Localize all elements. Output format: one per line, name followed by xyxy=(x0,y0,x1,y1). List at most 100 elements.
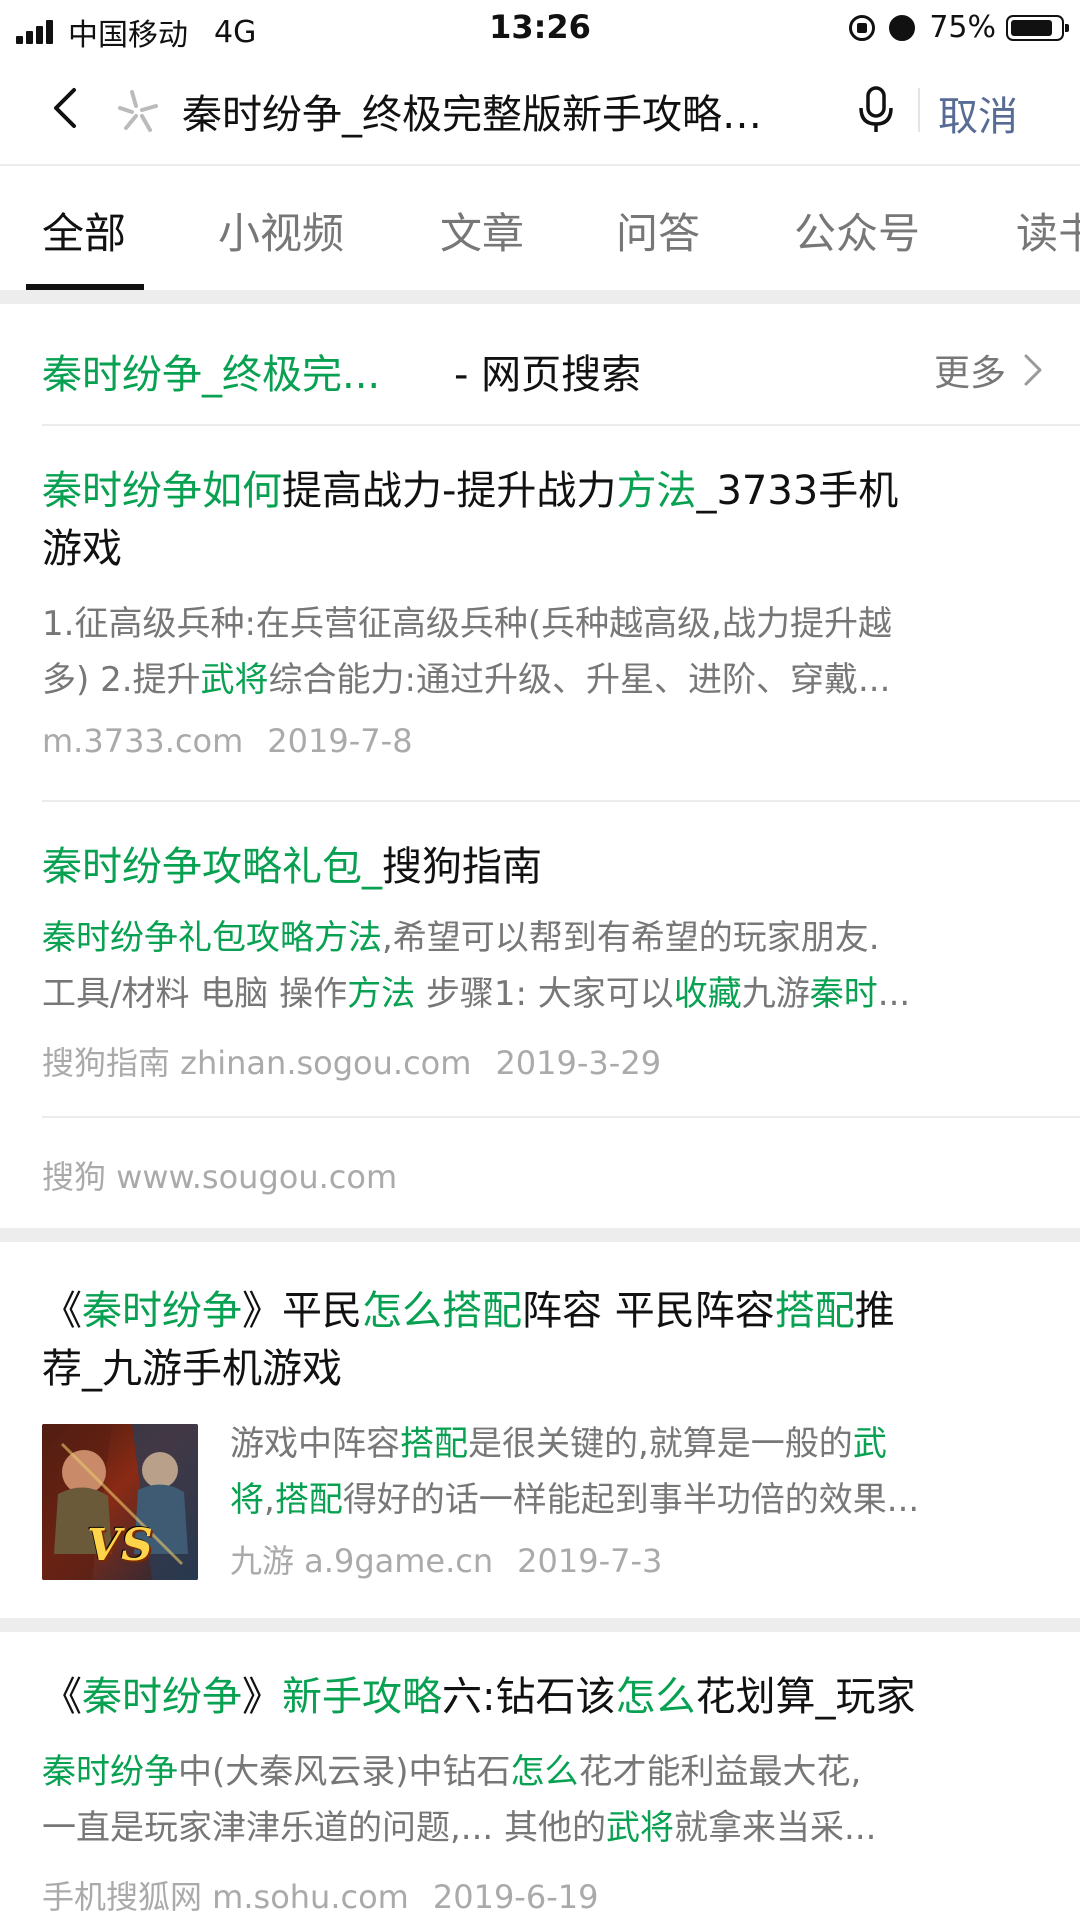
snippet-seg: 1.征高级兵种:在兵营征高级兵种(兵种越高级,战力提升越 xyxy=(42,604,892,644)
result-title[interactable]: 秦时纷争如何提高战力-提升战力方法_3733手机游戏 xyxy=(42,462,1042,578)
divider xyxy=(918,88,920,132)
category-tabs: 全部 小视频 文章 问答 公众号 读书 xyxy=(0,166,1080,290)
search-logo-icon xyxy=(118,90,158,132)
back-icon[interactable] xyxy=(44,86,88,130)
snippet-seg: ,希望可以帮到有希望的玩家朋友. xyxy=(382,918,880,958)
snippet-seg: 收藏 xyxy=(673,974,742,1014)
snippet-seg: 方法 xyxy=(347,974,416,1014)
divider xyxy=(42,1116,1080,1118)
snippet-seg: 工具/材料 电脑 操作 xyxy=(42,974,348,1014)
tab-qa[interactable]: 问答 xyxy=(616,200,700,261)
result-snippet: 秦时纷争礼包攻略方法,希望可以帮到有希望的玩家朋友. 工具/材料 电脑 操作方法 … xyxy=(42,910,1042,1022)
section-gap xyxy=(0,290,1080,304)
title-seg: 秦时纷争 xyxy=(82,1674,242,1720)
title-seg: 》平民 xyxy=(242,1288,362,1334)
result-meta: m.3733.com 2019-7-8 xyxy=(42,722,413,760)
snippet-seg: 花才能利益最大花, xyxy=(578,1752,862,1792)
result-source: m.3733.com xyxy=(42,722,244,760)
snippet-seg: 得好的话一样能起到事半功倍的效果... xyxy=(342,1480,920,1520)
section-gap xyxy=(0,1618,1080,1632)
result-date: 2019-7-8 xyxy=(267,722,413,760)
more-label: 更多 xyxy=(933,353,1006,394)
title-seg: 方法 xyxy=(616,468,697,514)
web-block-footer-source[interactable]: 搜狗 www.sougou.com xyxy=(42,1152,397,1198)
title-seg: 怎么 xyxy=(615,1674,696,1720)
snippet-seg: 怎么 xyxy=(510,1752,579,1792)
status-bar: 中国移动 4G 13:26 75% xyxy=(0,0,1080,54)
result-meta: 手机搜狐网 m.sohu.com 2019-6-19 xyxy=(42,1872,598,1918)
tab-all[interactable]: 全部 xyxy=(42,200,126,261)
cancel-button[interactable]: 取消 xyxy=(938,84,1018,142)
title-seg: 秦时纷争 xyxy=(82,1288,242,1334)
result-date: 2019-7-3 xyxy=(517,1542,663,1580)
tab-reading[interactable]: 读书 xyxy=(1016,200,1080,261)
result-source: 手机搜狐网 m.sohu.com xyxy=(42,1878,409,1916)
result-date: 2019-6-19 xyxy=(432,1878,599,1916)
snippet-seg: 搭配 xyxy=(400,1424,468,1464)
divider xyxy=(42,800,1080,802)
result-snippet: 游戏中阵容搭配是很关键的,就算是一般的武 将,搭配得好的话一样能起到事半功倍的效果… xyxy=(230,1416,1040,1528)
snippet-seg: 九游 xyxy=(741,974,810,1014)
result-title[interactable]: 秦时纷争攻略礼包_搜狗指南 xyxy=(42,838,1042,896)
tab-official-accounts[interactable]: 公众号 xyxy=(794,200,920,261)
snippet-seg: 武将 xyxy=(200,660,269,700)
snippet-seg: 武将 xyxy=(606,1808,675,1848)
result-snippet: 1.征高级兵种:在兵营征高级兵种(兵种越高级,战力提升越 多) 2.提升武将综合能… xyxy=(42,596,1042,708)
microphone-icon[interactable] xyxy=(856,84,896,136)
battery-percent: 75% xyxy=(929,10,996,45)
snippet-seg: 搭配 xyxy=(274,1480,343,1520)
title-seg: 新手攻略 xyxy=(282,1674,442,1720)
result-source: 九游 a.9game.cn xyxy=(230,1542,494,1580)
title-seg: 阵容 平民阵容 xyxy=(522,1288,775,1334)
title-seg: 》 xyxy=(242,1674,282,1720)
title-seg: 搭配 xyxy=(774,1288,855,1334)
snippet-seg: 武 xyxy=(852,1424,887,1464)
title-seg: _3733手机 xyxy=(696,468,899,514)
search-input[interactable]: 秦时纷争_终极完整版新手攻略… xyxy=(182,82,802,140)
snippet-seg: 中(大秦风云录)中钻石 xyxy=(178,1752,511,1792)
tab-short-video[interactable]: 小视频 xyxy=(218,200,344,261)
result-meta: 搜狗指南 zhinan.sogou.com 2019-3-29 xyxy=(42,1038,661,1084)
title-seg: 游戏 xyxy=(42,526,122,572)
divider xyxy=(42,424,1080,426)
snippet-seg: 是很关键的,就算是一般的 xyxy=(468,1424,853,1464)
title-seg: 搜狗指南 xyxy=(382,844,542,890)
vs-label: VS xyxy=(87,1520,153,1571)
title-seg: 荐_九游手机游戏 xyxy=(42,1346,342,1392)
more-link[interactable]: 更多 xyxy=(934,344,1044,396)
title-seg: 花划算_玩家 xyxy=(695,1674,916,1720)
battery-icon xyxy=(1006,14,1069,41)
snippet-seg: 秦时纷争礼包攻略方法 xyxy=(42,918,382,958)
result-title[interactable]: 《秦时纷争》平民怎么搭配阵容 平民阵容搭配推荐_九游手机游戏 xyxy=(42,1282,1042,1398)
search-bar: 秦时纷争_终极完整版新手攻略… 取消 xyxy=(0,54,1080,166)
title-seg: 怎么搭配 xyxy=(362,1288,522,1334)
title-seg: 推 xyxy=(854,1288,895,1334)
result-title[interactable]: 《秦时纷争》新手攻略六:钻石该怎么花划算_玩家 xyxy=(42,1668,1042,1726)
snippet-seg: 秦时 xyxy=(809,974,878,1014)
snippet-seg: 秦时纷争 xyxy=(42,1752,178,1792)
result-source: 搜狗指南 zhinan.sogou.com xyxy=(42,1044,472,1082)
snippet-seg: 一直是玩家津津乐道的问题,... 其他的 xyxy=(42,1808,607,1848)
alarm-icon xyxy=(889,14,916,41)
title-seg: 《 xyxy=(42,1288,82,1334)
chevron-right-icon xyxy=(1024,354,1042,386)
title-seg: 提高战力-提升战力 xyxy=(282,468,617,514)
orientation-lock-icon xyxy=(849,14,876,41)
section-gap xyxy=(0,1228,1080,1242)
snippet-seg: 就拿来当采... xyxy=(674,1808,877,1848)
snippet-seg: 综合能力:通过升级、升星、进阶、穿戴... xyxy=(268,660,891,700)
title-seg: 秦时纷争攻略礼包_ xyxy=(42,844,382,890)
result-thumbnail[interactable]: VS xyxy=(42,1424,198,1580)
snippet-seg: 多) 2.提升 xyxy=(42,660,201,700)
web-search-header-suffix: - 网页搜索 xyxy=(454,352,642,398)
title-seg: 《 xyxy=(42,1674,82,1720)
snippet-seg: ... xyxy=(877,974,911,1014)
tab-articles[interactable]: 文章 xyxy=(440,200,524,261)
result-meta: 九游 a.9game.cn 2019-7-3 xyxy=(230,1536,662,1582)
result-date: 2019-3-29 xyxy=(495,1044,662,1082)
title-seg: 六:钻石该 xyxy=(442,1674,616,1720)
web-search-header[interactable]: 秦时纷争_终极完... xyxy=(42,342,380,400)
snippet-seg: 步骤1: 大家可以 xyxy=(415,974,674,1014)
title-seg: 秦时纷争如何 xyxy=(42,468,282,514)
snippet-seg: 将 xyxy=(230,1480,264,1520)
